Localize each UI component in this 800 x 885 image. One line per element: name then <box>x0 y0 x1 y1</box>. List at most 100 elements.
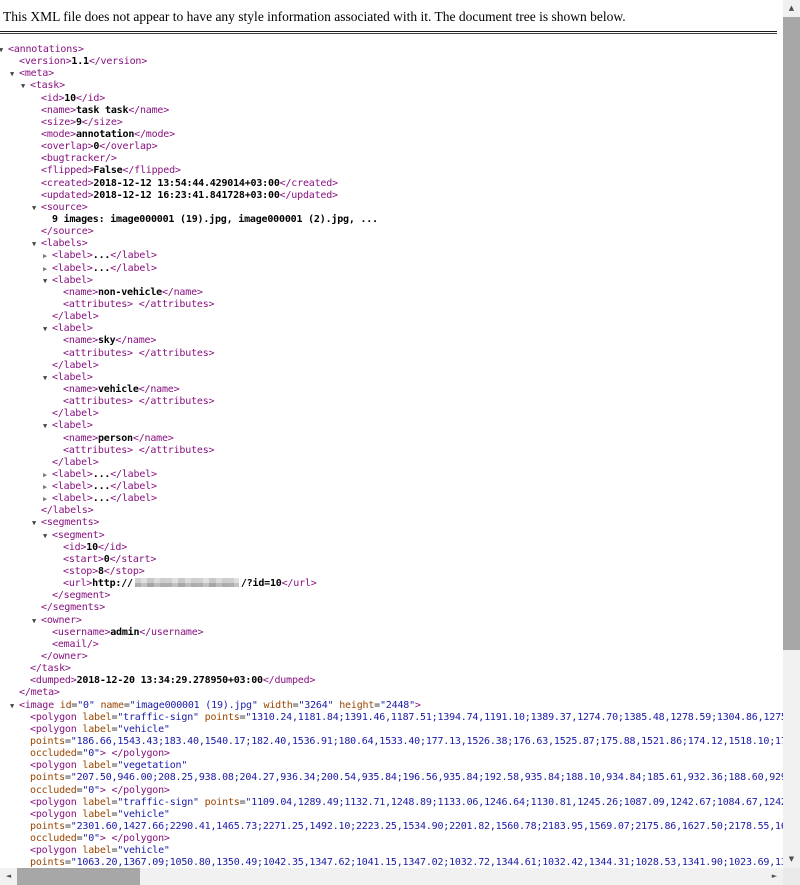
scroll-up-icon: ▲ <box>789 4 794 12</box>
xml-line: </meta> <box>0 687 783 699</box>
scroll-left-icon: ◄ <box>6 872 11 880</box>
xml-line: <polygon label="traffic-sign" points="11… <box>0 797 783 809</box>
xml-line: ▼<task> <box>0 80 783 92</box>
xml-line: <created>2018-12-12 13:54:44.429014+03:0… <box>0 178 783 190</box>
xml-line: </segment> <box>0 590 783 602</box>
xml-line: ▶<label>...</label> <box>0 493 783 505</box>
xml-line: <polygon label="vehicle" <box>0 724 783 736</box>
scroll-left-button[interactable]: ◄ <box>0 868 17 885</box>
expand-toggle-icon[interactable]: ▶ <box>43 481 47 493</box>
xml-line: <url>http:///?id=10</url> <box>0 578 783 590</box>
xml-line: <start>0</start> <box>0 554 783 566</box>
xml-line: </label> <box>0 457 783 469</box>
xml-line: <name>sky</name> <box>0 335 783 347</box>
xml-line: ▶<label>...</label> <box>0 250 783 262</box>
xml-line: <mode>annotation</mode> <box>0 129 783 141</box>
xml-line: <size>9</size> <box>0 117 783 129</box>
xml-line: ▼<segment> <box>0 530 783 542</box>
xml-line: <polygon label="vehicle" <box>0 809 783 821</box>
collapse-toggle-icon[interactable]: ▼ <box>43 530 47 542</box>
xml-line: </label> <box>0 311 783 323</box>
xml-line: <overlap>0</overlap> <box>0 141 783 153</box>
xml-line: <name>task task</name> <box>0 105 783 117</box>
xml-line: <stop>8</stop> <box>0 566 783 578</box>
header-divider <box>0 31 777 34</box>
scroll-right-icon: ► <box>772 872 777 880</box>
xml-line: <flipped>False</flipped> <box>0 165 783 177</box>
xml-line: points="2301.60,1427.66;2290.41,1465.73;… <box>0 821 783 833</box>
collapse-toggle-icon[interactable]: ▼ <box>32 615 36 627</box>
xml-line: </label> <box>0 408 783 420</box>
expand-toggle-icon[interactable]: ▶ <box>43 493 47 505</box>
collapse-toggle-icon[interactable]: ▼ <box>43 420 47 432</box>
xml-line: <attributes> </attributes> <box>0 396 783 408</box>
scrollbar-corner <box>783 868 800 885</box>
xml-line: <dumped>2018-12-20 13:34:29.278950+03:00… <box>0 675 783 687</box>
xml-line: <name>non-vehicle</name> <box>0 287 783 299</box>
xml-line: ▶<label>...</label> <box>0 263 783 275</box>
scroll-down-icon: ▼ <box>789 855 794 863</box>
xml-line: ▶<label>...</label> <box>0 469 783 481</box>
xml-line: ▼<label> <box>0 372 783 384</box>
xml-line: <attributes> </attributes> <box>0 299 783 311</box>
xml-line: 9 images: image000001 (19).jpg, image000… <box>0 214 783 226</box>
expand-toggle-icon[interactable]: ▶ <box>43 469 47 481</box>
xml-line: ▼<label> <box>0 275 783 287</box>
xml-line: </label> <box>0 360 783 372</box>
xml-line: <version>1.1</version> <box>0 56 783 68</box>
xml-line: <polygon label="traffic-sign" points="13… <box>0 712 783 724</box>
collapse-toggle-icon[interactable]: ▼ <box>21 80 25 92</box>
xml-line: ▼<annotations> <box>0 44 783 56</box>
xml-line: ▼<label> <box>0 323 783 335</box>
xml-line: ▼<label> <box>0 420 783 432</box>
expand-toggle-icon[interactable]: ▶ <box>43 263 47 275</box>
xml-viewer-page: This XML file does not appear to have an… <box>0 0 800 885</box>
xml-line: ▼<segments> <box>0 517 783 529</box>
xml-line: <id>10</id> <box>0 542 783 554</box>
horizontal-scroll-thumb[interactable] <box>17 868 140 885</box>
xml-line: ▼<meta> <box>0 68 783 80</box>
viewer-message: This XML file does not appear to have an… <box>0 0 800 31</box>
xml-line: points="186.66,1543.43;183.40,1540.17;18… <box>0 736 783 748</box>
collapse-toggle-icon[interactable]: ▼ <box>43 372 47 384</box>
xml-line: occluded="0"> </polygon> <box>0 748 783 760</box>
collapse-toggle-icon[interactable]: ▼ <box>0 44 3 56</box>
xml-line: <name>person</name> <box>0 433 783 445</box>
expand-toggle-icon[interactable]: ▶ <box>43 250 47 262</box>
collapse-toggle-icon[interactable]: ▼ <box>32 202 36 214</box>
xml-line: </task> <box>0 663 783 675</box>
collapse-toggle-icon[interactable]: ▼ <box>32 238 36 250</box>
collapse-toggle-icon[interactable]: ▼ <box>43 275 47 287</box>
vertical-scrollbar[interactable]: ▲ ▼ <box>783 0 800 868</box>
xml-line: <bugtracker/> <box>0 153 783 165</box>
xml-line: ▼<source> <box>0 202 783 214</box>
xml-line: <attributes> </attributes> <box>0 445 783 457</box>
redacted-url-blur <box>135 578 239 587</box>
xml-line: ▶<label>...</label> <box>0 481 783 493</box>
horizontal-scrollbar[interactable]: ◄ ► <box>0 868 783 885</box>
scroll-down-button[interactable]: ▼ <box>783 851 800 868</box>
xml-line: <name>vehicle</name> <box>0 384 783 396</box>
collapse-toggle-icon[interactable]: ▼ <box>32 517 36 529</box>
xml-line: <polygon label="vehicle" <box>0 845 783 857</box>
xml-line: <email/> <box>0 639 783 651</box>
xml-line: ▼<owner> <box>0 615 783 627</box>
xml-line: </source> <box>0 226 783 238</box>
scroll-up-button[interactable]: ▲ <box>783 0 800 17</box>
xml-line: <updated>2018-12-12 16:23:41.841728+03:0… <box>0 190 783 202</box>
scroll-right-button[interactable]: ► <box>766 868 783 885</box>
xml-line: occluded="0"> </polygon> <box>0 833 783 845</box>
xml-tree: ▼<annotations><version>1.1</version>▼<me… <box>0 44 783 882</box>
xml-line: </owner> <box>0 651 783 663</box>
xml-line: <polygon label="vegetation" <box>0 760 783 772</box>
xml-line: ▼<image id="0" name="image000001 (19).jp… <box>0 700 783 712</box>
xml-line: </labels> <box>0 505 783 517</box>
collapse-toggle-icon[interactable]: ▼ <box>43 323 47 335</box>
collapse-toggle-icon[interactable]: ▼ <box>10 700 14 712</box>
xml-line: points="207.50,946.00;208.25,938.08;204.… <box>0 772 783 784</box>
xml-line: </segments> <box>0 602 783 614</box>
collapse-toggle-icon[interactable]: ▼ <box>10 68 14 80</box>
xml-line: <username>admin</username> <box>0 627 783 639</box>
xml-line: ▼<labels> <box>0 238 783 250</box>
vertical-scroll-thumb[interactable] <box>783 17 800 650</box>
